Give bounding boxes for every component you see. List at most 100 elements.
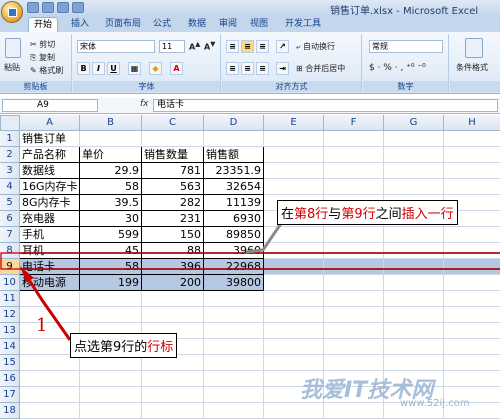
cell-d3[interactable]: 23351.9 — [204, 163, 264, 179]
row-header-12[interactable]: 12 — [0, 307, 20, 323]
align-right-icon[interactable]: ≡ — [256, 62, 269, 75]
format-painter-button[interactable]: ✎ 格式刷 — [30, 65, 63, 76]
select-all-corner[interactable] — [0, 115, 20, 131]
cell-c6[interactable]: 231 — [142, 211, 204, 227]
cell-b4[interactable]: 58 — [80, 179, 142, 195]
cell-b9[interactable]: 58 — [80, 259, 142, 275]
cell-d4[interactable]: 32654 — [204, 179, 264, 195]
cell-a17[interactable] — [20, 387, 80, 403]
cell-f10[interactable] — [324, 275, 384, 291]
font-size-select[interactable]: 11 — [159, 40, 185, 53]
fill-color-icon[interactable]: ◆ — [149, 62, 162, 75]
cell-c10[interactable]: 200 — [142, 275, 204, 291]
tab-review[interactable]: 审阅 — [214, 17, 242, 32]
cell-h3[interactable] — [444, 163, 500, 179]
orientation-icon[interactable]: ↗ — [276, 40, 289, 53]
cell-g11[interactable] — [384, 291, 444, 307]
cell-a3[interactable]: 数据线 — [20, 163, 80, 179]
column-header-a[interactable]: A — [20, 115, 80, 131]
cell-h7[interactable] — [444, 227, 500, 243]
cell-b12[interactable] — [80, 307, 142, 323]
cell-g4[interactable] — [384, 179, 444, 195]
cell-g13[interactable] — [384, 323, 444, 339]
cell-e11[interactable] — [264, 291, 324, 307]
formula-input[interactable]: 电话卡 — [153, 99, 498, 112]
bold-button[interactable]: B — [77, 62, 90, 75]
office-button[interactable] — [1, 1, 23, 23]
cell-g15[interactable] — [384, 355, 444, 371]
cell-e10[interactable] — [264, 275, 324, 291]
cell-h12[interactable] — [444, 307, 500, 323]
cell-c8[interactable]: 88 — [142, 243, 204, 259]
cell-g9[interactable] — [384, 259, 444, 275]
cell-a10[interactable]: 移动电源 — [20, 275, 80, 291]
fx-icon[interactable]: fx — [140, 99, 149, 109]
align-left-icon[interactable]: ≡ — [226, 62, 239, 75]
cell-g3[interactable] — [384, 163, 444, 179]
cell-a16[interactable] — [20, 371, 80, 387]
row-header-1[interactable]: 1 — [0, 131, 20, 147]
cell-f15[interactable] — [324, 355, 384, 371]
row-header-8[interactable]: 8 — [0, 243, 20, 259]
cell-c9[interactable]: 396 — [142, 259, 204, 275]
font-color-icon[interactable]: A — [170, 62, 183, 75]
tab-developer[interactable]: 开发工具 — [280, 17, 326, 32]
cell-h9[interactable] — [444, 259, 500, 275]
grow-font-icon[interactable]: A▲ — [189, 40, 200, 52]
cell-a6[interactable]: 充电器 — [20, 211, 80, 227]
column-header-d[interactable]: D — [204, 115, 264, 131]
cell-f11[interactable] — [324, 291, 384, 307]
redo-icon[interactable] — [57, 2, 69, 13]
cell-d9[interactable]: 22968 — [204, 259, 264, 275]
cell-f1[interactable] — [324, 131, 384, 147]
cell-g2[interactable] — [384, 147, 444, 163]
copy-button[interactable]: ⎘ 复制 — [30, 52, 55, 63]
cell-a12[interactable] — [20, 307, 80, 323]
cell-e4[interactable] — [264, 179, 324, 195]
cell-b16[interactable] — [80, 371, 142, 387]
cell-e7[interactable] — [264, 227, 324, 243]
cell-f7[interactable] — [324, 227, 384, 243]
cell-a2[interactable]: 产品名称 — [20, 147, 80, 163]
cell-f13[interactable] — [324, 323, 384, 339]
cell-g1[interactable] — [384, 131, 444, 147]
align-bottom-icon[interactable]: ≡ — [256, 40, 269, 53]
row-header-3[interactable]: 3 — [0, 163, 20, 179]
cell-f8[interactable] — [324, 243, 384, 259]
underline-button[interactable]: U — [107, 62, 120, 75]
cell-g14[interactable] — [384, 339, 444, 355]
cell-d14[interactable] — [204, 339, 264, 355]
column-header-h[interactable]: H — [444, 115, 500, 131]
paste-button[interactable]: 粘贴 — [4, 62, 20, 73]
cell-d1[interactable] — [204, 131, 264, 147]
align-top-icon[interactable]: ≡ — [226, 40, 239, 53]
cell-b1[interactable] — [80, 131, 142, 147]
cell-a4[interactable]: 16G内存卡 — [20, 179, 80, 195]
cell-d15[interactable] — [204, 355, 264, 371]
cell-c7[interactable]: 150 — [142, 227, 204, 243]
cell-h8[interactable] — [444, 243, 500, 259]
cell-g8[interactable] — [384, 243, 444, 259]
cell-c5[interactable]: 282 — [142, 195, 204, 211]
cell-g12[interactable] — [384, 307, 444, 323]
row-header-15[interactable]: 15 — [0, 355, 20, 371]
cell-b11[interactable] — [80, 291, 142, 307]
cell-h4[interactable] — [444, 179, 500, 195]
row-header-9[interactable]: 9 — [0, 259, 20, 275]
cell-a7[interactable]: 手机 — [20, 227, 80, 243]
cell-d13[interactable] — [204, 323, 264, 339]
tab-insert[interactable]: 插入 — [66, 17, 94, 32]
cell-a1[interactable]: 销售订单 — [20, 131, 80, 147]
cell-b10[interactable]: 199 — [80, 275, 142, 291]
cell-c3[interactable]: 781 — [142, 163, 204, 179]
cell-d11[interactable] — [204, 291, 264, 307]
cell-e12[interactable] — [264, 307, 324, 323]
cell-e2[interactable] — [264, 147, 324, 163]
cell-h15[interactable] — [444, 355, 500, 371]
cell-b17[interactable] — [80, 387, 142, 403]
font-name-select[interactable]: 宋体 — [77, 40, 155, 53]
cell-d6[interactable]: 6930 — [204, 211, 264, 227]
paste-icon[interactable] — [5, 38, 21, 58]
cell-c2[interactable]: 销售数量 — [142, 147, 204, 163]
cell-h16[interactable] — [444, 371, 500, 387]
